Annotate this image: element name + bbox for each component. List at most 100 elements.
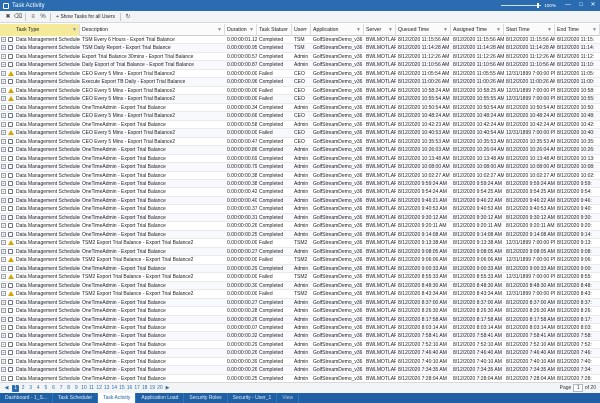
table-row[interactable]: + Data Management Scheduled TaskOneTimeAd…: [0, 155, 600, 164]
expand-row-icon[interactable]: +: [1, 121, 6, 127]
table-row[interactable]: + Data Management Scheduled TaskCEO Every…: [0, 70, 600, 79]
page-link[interactable]: 11: [88, 385, 95, 392]
page-link[interactable]: 18: [141, 385, 148, 392]
page-link[interactable]: 13: [103, 385, 110, 392]
table-row[interactable]: + Data Management Scheduled TaskTSM2 Expo…: [0, 290, 600, 299]
page-link[interactable]: 5: [42, 385, 49, 392]
expand-row-icon[interactable]: +: [1, 155, 6, 161]
column-header-type[interactable]: Task Type ▼: [0, 24, 80, 36]
tab-application-load[interactable]: Application Load: [136, 393, 185, 403]
table-row[interactable]: + Data Management Scheduled TaskTSM2 Expo…: [0, 273, 600, 282]
table-row[interactable]: + Data Management Scheduled TaskTSM2 Expo…: [0, 239, 600, 248]
filter-icon[interactable]: ▼: [388, 24, 393, 36]
filter-icon[interactable]: ▼: [72, 24, 77, 36]
table-row[interactable]: + Data Management Scheduled TaskExport Tr…: [0, 53, 600, 62]
expand-row-icon[interactable]: +: [1, 341, 6, 347]
zoom-thumb[interactable]: [537, 3, 540, 8]
table-row[interactable]: + Data Management Scheduled TaskTSM Every…: [0, 36, 600, 45]
page-link[interactable]: 4: [35, 385, 42, 392]
table-row[interactable]: + Data Management Scheduled TaskOneTimeAd…: [0, 196, 600, 206]
table-row[interactable]: + Data Management Scheduled TaskOneTimeAd…: [0, 366, 600, 375]
expand-row-icon[interactable]: +: [1, 248, 6, 254]
expand-row-icon[interactable]: +: [1, 189, 6, 195]
table-row[interactable]: + Data Management Scheduled TaskOneTimeAd…: [0, 264, 600, 274]
column-header-queued[interactable]: Queued Time ▼: [396, 24, 451, 36]
table-row[interactable]: + Data Management Scheduled TaskOneTimeAd…: [0, 230, 600, 240]
tab-task-activity[interactable]: Task Activity: [98, 393, 137, 403]
column-header-start[interactable]: Start Time ▼: [504, 24, 555, 36]
expand-row-icon[interactable]: +: [1, 70, 6, 76]
page-link[interactable]: 1: [12, 385, 19, 392]
filter-icon[interactable]: ▼: [496, 24, 501, 36]
page-link[interactable]: 7: [58, 385, 65, 392]
column-header-desc[interactable]: Description ▼: [80, 24, 225, 36]
tab-task-scheduler[interactable]: Task Scheduler: [53, 393, 99, 403]
table-row[interactable]: + Data Management Scheduled TaskOneTimeAd…: [0, 172, 600, 180]
expand-row-icon[interactable]: +: [1, 53, 6, 59]
table-row[interactable]: + Data Management Scheduled TaskOneTimeAd…: [0, 349, 600, 358]
expand-row-icon[interactable]: +: [1, 147, 6, 153]
expand-row-icon[interactable]: +: [1, 180, 6, 186]
expand-row-icon[interactable]: +: [1, 62, 6, 68]
close-button[interactable]: ✕: [587, 0, 599, 11]
expand-row-icon[interactable]: +: [1, 113, 6, 119]
page-link[interactable]: 10: [80, 385, 87, 392]
table-row[interactable]: + Data Management Scheduled TaskDaily Exp…: [0, 61, 600, 70]
expand-row-icon[interactable]: +: [1, 324, 6, 330]
expand-row-icon[interactable]: +: [1, 333, 6, 339]
column-header-server[interactable]: Server ▼: [364, 24, 396, 36]
table-row[interactable]: + Data Management Scheduled TaskCEO Every…: [0, 138, 600, 147]
filter-icon[interactable]: ▼: [284, 24, 289, 36]
table-row[interactable]: + Data Management Scheduled TaskOneTimeAd…: [0, 341, 600, 350]
table-row[interactable]: + Data Management Scheduled TaskOneTimeAd…: [0, 315, 600, 324]
table-row[interactable]: + Data Management Scheduled TaskCEO Every…: [0, 95, 600, 104]
expand-row-icon[interactable]: +: [1, 172, 6, 178]
column-header-assigned[interactable]: Assigned Time ▼: [451, 24, 504, 36]
refresh-icon[interactable]: ↻: [123, 12, 133, 22]
page-link[interactable]: 8: [65, 385, 72, 392]
expand-row-icon[interactable]: +: [1, 299, 6, 305]
page-number-input[interactable]: 1: [572, 384, 584, 392]
page-link[interactable]: 15: [118, 385, 125, 392]
table-row[interactable]: + Data Management Scheduled TaskOneTimeAd…: [0, 298, 600, 308]
table-row[interactable]: + Data Management Scheduled TaskOneTimeAd…: [0, 188, 600, 197]
expand-row-icon[interactable]: +: [1, 274, 6, 280]
expand-row-icon[interactable]: +: [1, 104, 6, 110]
expand-row-icon[interactable]: +: [1, 350, 6, 356]
expand-row-icon[interactable]: +: [1, 206, 6, 212]
table-row[interactable]: + Data Management Scheduled TaskOneTimeAd…: [0, 205, 600, 214]
table-row[interactable]: + Data Management Scheduled TaskOneTimeAd…: [0, 247, 600, 257]
expand-row-icon[interactable]: +: [1, 197, 6, 203]
expand-row-icon[interactable]: +: [1, 96, 6, 102]
expand-row-icon[interactable]: +: [1, 37, 6, 42]
column-header-app[interactable]: Application ▼: [311, 24, 364, 36]
page-link[interactable]: 14: [111, 385, 118, 392]
filter-icon[interactable]: ▼: [249, 24, 254, 36]
zoom-slider[interactable]: [501, 3, 542, 8]
table-row[interactable]: + Data Management Scheduled TaskCEO Every…: [0, 87, 600, 96]
expand-row-icon[interactable]: +: [1, 138, 6, 144]
table-row[interactable]: + Data Management Scheduled TaskOneTimeAd…: [0, 104, 600, 113]
table-row[interactable]: + Data Management Scheduled TaskOneTimeAd…: [0, 146, 600, 155]
table-row[interactable]: + Data Management Scheduled TaskCEO Every…: [0, 112, 600, 121]
filter-icon[interactable]: ▼: [592, 24, 597, 36]
filter-icon[interactable]: ▼: [443, 24, 448, 36]
table-row[interactable]: + Data Management Scheduled TaskOneTimeAd…: [0, 332, 600, 341]
first-page-icon[interactable]: ◀: [3, 385, 10, 392]
table-row[interactable]: + Data Management Scheduled TaskOneTimeAd…: [0, 121, 600, 130]
expand-row-icon[interactable]: +: [1, 130, 6, 136]
page-link[interactable]: 3: [27, 385, 34, 392]
delete-icon[interactable]: ✖: [3, 12, 13, 22]
column-header-user[interactable]: User ▼: [292, 24, 311, 36]
expand-row-icon[interactable]: +: [1, 367, 6, 373]
filter-icon[interactable]: ▼: [217, 24, 222, 36]
tab-view[interactable]: View: [277, 393, 299, 403]
expand-row-icon[interactable]: +: [1, 87, 6, 93]
clear-icon[interactable]: ⌫: [13, 12, 23, 22]
zoom-control[interactable]: 100%: [501, 3, 556, 8]
expand-row-icon[interactable]: +: [1, 214, 6, 220]
next-page-icon[interactable]: ▶: [164, 385, 171, 392]
table-row[interactable]: + Data Management Scheduled TaskOneTimeAd…: [0, 324, 600, 333]
table-row[interactable]: + Data Management Scheduled TaskTSM2 Expo…: [0, 256, 600, 265]
minimize-button[interactable]: —: [562, 0, 574, 11]
